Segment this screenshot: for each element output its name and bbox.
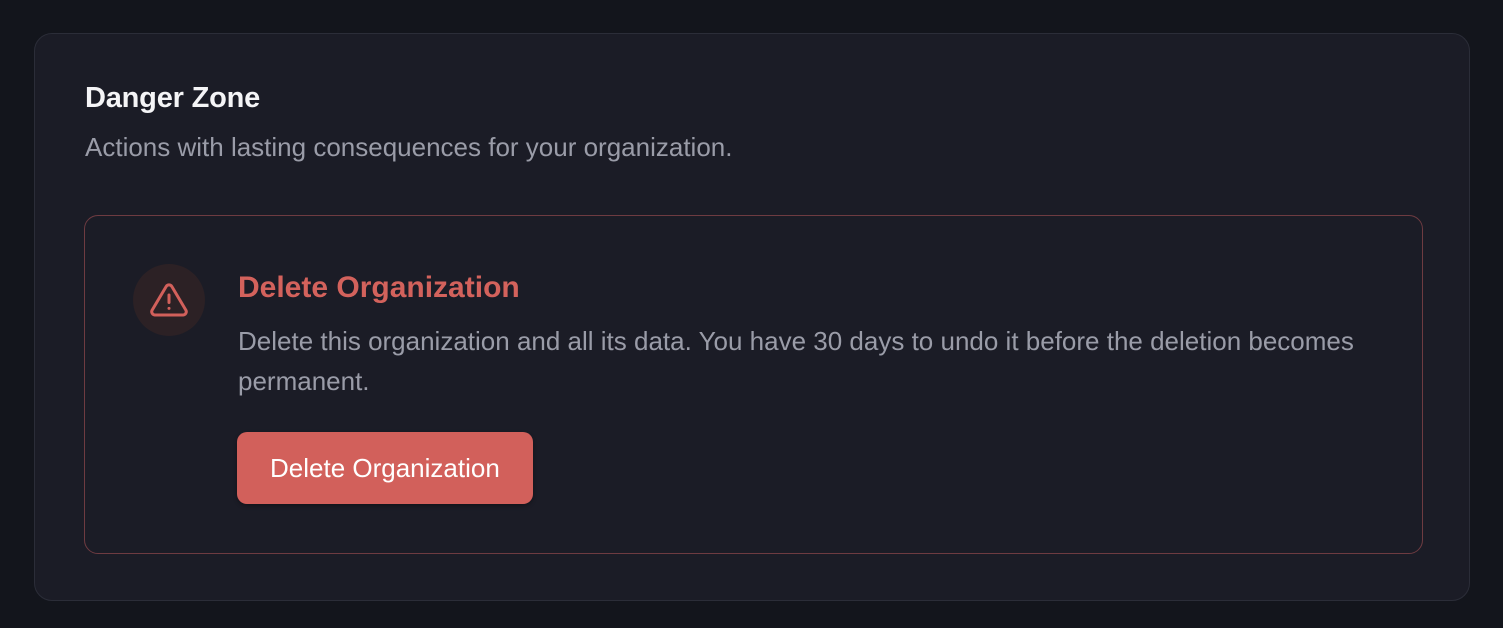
delete-organization-button[interactable]: Delete Organization (237, 432, 533, 504)
delete-organization-description: Delete this organization and all its dat… (238, 326, 1354, 396)
warning-icon-badge (133, 264, 205, 336)
section-subtitle: Actions with lasting consequences for yo… (85, 132, 733, 162)
delete-organization-panel: Delete Organization Delete this organiza… (84, 215, 1423, 554)
danger-zone-card: Danger Zone Actions with lasting consequ… (34, 33, 1470, 601)
warning-triangle-icon (150, 283, 188, 317)
section-title: Danger Zone (85, 82, 261, 114)
delete-organization-title: Delete Organization (238, 271, 520, 304)
